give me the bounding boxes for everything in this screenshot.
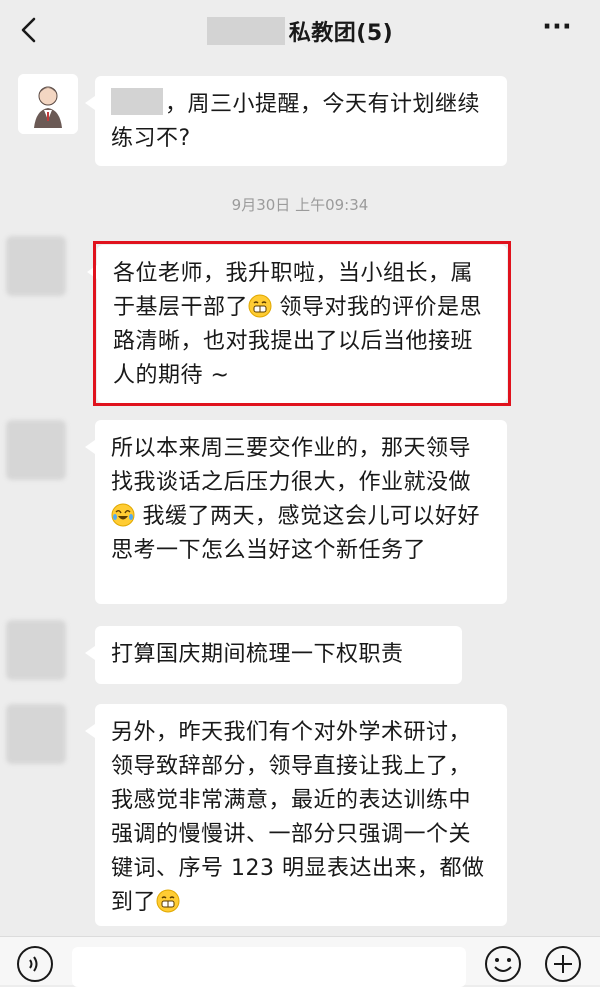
avatar[interactable] [18,74,78,134]
message-bubble[interactable]: 打算国庆期间梳理一下权职责 [85,626,462,684]
emoji-icon[interactable] [484,945,522,983]
message-text: 另外，昨天我们有个对外学术研讨，领导致辞部分，领导直接让我上了，我感觉非常满意，… [111,720,485,915]
avatar[interactable] [6,236,66,296]
chat-title: 私教团(5) [288,21,394,46]
message-bubble[interactable]: 所以本来周三要交作业的，那天领导找我谈话之后压力很大，作业就没做 我缓了两天，感… [85,420,507,604]
message-text: 所以本来周三要交作业的，那天领导找我谈话之后压力很大，作业就没做 [111,436,472,495]
message-text: ，周三小提醒，今天有计划继续练习不? [111,92,481,151]
blurred-name [206,17,285,45]
avatar[interactable] [6,704,66,764]
message-bubble[interactable]: ，周三小提醒，今天有计划继续练习不? [85,76,507,166]
coach-avatar-icon [18,74,78,134]
message-text: 我缓了两天，感觉这会儿可以好好思考一下怎么当好这个新任务了 [111,504,480,563]
chat-title-area: 私教团(5) [0,0,600,62]
highlight-box [93,241,511,406]
message-timestamp: 9月30日 上午09:34 [231,196,369,214]
chat-header: 私教团(5) ··· [0,0,600,62]
voice-icon[interactable] [16,945,54,983]
message-text: 打算国庆期间梳理一下权职责 [111,642,404,667]
message-input[interactable] [72,947,466,987]
more-dots-icon[interactable]: ··· [540,14,574,44]
avatar[interactable] [6,620,66,680]
blurred-name [111,88,163,115]
message-bubble[interactable]: 另外，昨天我们有个对外学术研讨，领导致辞部分，领导直接让我上了，我感觉非常满意，… [85,704,507,926]
input-bar [0,936,600,987]
avatar[interactable] [6,420,66,480]
grin-emoji-icon [156,889,180,913]
plus-icon[interactable] [544,945,582,983]
laugh-cry-emoji-icon [111,503,135,527]
